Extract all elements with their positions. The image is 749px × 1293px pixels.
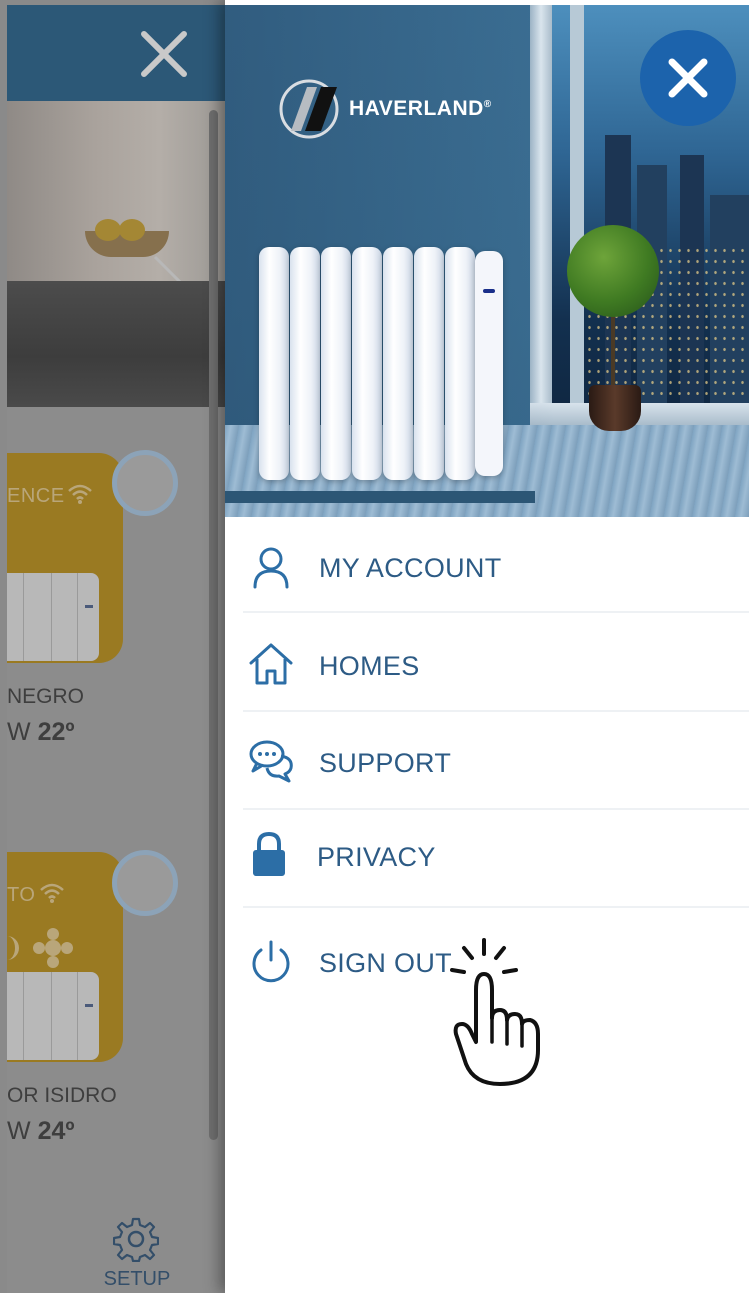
device-card[interactable]: TO: [7, 852, 123, 1062]
wifi-icon: [68, 484, 92, 504]
power-toggle[interactable]: [112, 450, 178, 516]
background-close-icon[interactable]: [138, 28, 190, 80]
plant-pot: [589, 385, 641, 431]
power-icon: [252, 940, 290, 983]
menu-item-label: MY ACCOUNT: [319, 553, 502, 583]
close-icon: [668, 58, 708, 98]
device-power: W 24º: [7, 1117, 75, 1146]
radiator-control-panel: [475, 251, 503, 476]
home-icon: [249, 643, 293, 685]
fruit: [95, 219, 121, 241]
brand-logo: HAVERLAND®: [277, 77, 492, 141]
menu-item-label: HOMES: [319, 651, 420, 681]
plant: [567, 225, 659, 317]
device-temperature: 24º: [37, 1117, 75, 1145]
setup-label[interactable]: SETUP: [92, 1268, 182, 1291]
device-name: NEGRO: [7, 685, 85, 708]
photo-footer: [7, 281, 225, 407]
haverland-logo-icon: [279, 79, 339, 139]
device-mode: TO: [7, 884, 36, 906]
brand-name-text: HAVERLAND: [349, 97, 484, 120]
radiator-thumbnail: [7, 972, 99, 1060]
registered-mark: ®: [483, 99, 492, 110]
skirting-board: [225, 491, 535, 503]
menu-item-label: SIGN OUT: [319, 948, 452, 978]
menu-item-homes[interactable]: HOMES: [225, 613, 749, 709]
tap-hand-icon: [450, 938, 540, 1086]
device-power-prefix: W: [7, 718, 31, 746]
background-app: ENCE NEGRO W 22º TO OR ISIDRO W 24º SETU…: [0, 0, 225, 1293]
scrollbar[interactable]: [209, 110, 218, 1140]
device-card[interactable]: ENCE: [7, 453, 123, 663]
device-mode: ENCE: [7, 485, 65, 507]
hero-banner: HAVERLAND®: [225, 5, 749, 517]
wifi-icon: [40, 883, 64, 903]
menu-item-my-account[interactable]: MY ACCOUNT: [225, 517, 749, 613]
background-header: [7, 5, 225, 101]
lock-icon: [253, 831, 285, 876]
brand-name: HAVERLAND®: [349, 97, 492, 121]
fruit: [119, 219, 145, 241]
plant-stem: [611, 305, 615, 389]
chat-bubbles-icon: [249, 740, 293, 783]
power-toggle[interactable]: [112, 850, 178, 916]
device-temperature: 22º: [37, 718, 75, 746]
window-frame: [570, 5, 584, 425]
moon-icon: [7, 936, 19, 960]
menu-item-label: SUPPORT: [319, 748, 452, 778]
radiator-image: [259, 247, 504, 480]
home-photo: [7, 101, 225, 307]
user-icon: [253, 547, 289, 589]
device-power: W 22º: [7, 718, 75, 747]
device-power-prefix: W: [7, 1117, 31, 1145]
sun-icon: [33, 928, 73, 968]
menu-item-privacy[interactable]: PRIVACY: [225, 810, 749, 906]
radiator-thumbnail: [7, 573, 99, 661]
close-drawer-button[interactable]: [640, 30, 736, 126]
device-name: OR ISIDRO: [7, 1084, 117, 1107]
menu-item-label: PRIVACY: [317, 842, 436, 872]
side-drawer: HAVERLAND® MY ACCOUNT HOMES SUPPORT PRIV…: [225, 0, 749, 1293]
menu-item-support[interactable]: SUPPORT: [225, 712, 749, 808]
gear-icon[interactable]: [113, 1216, 159, 1262]
